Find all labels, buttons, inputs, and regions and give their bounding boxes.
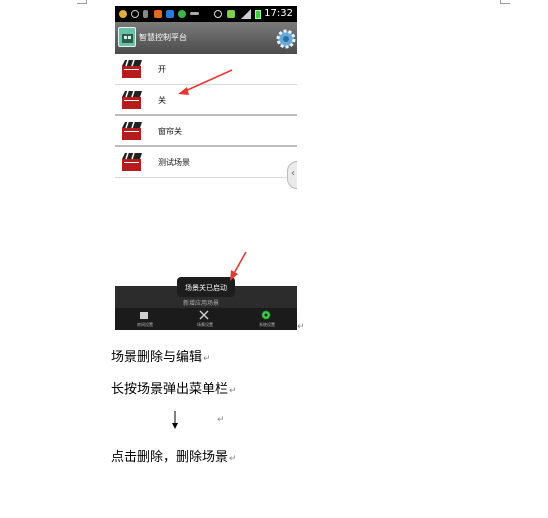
pen-icon: [190, 12, 199, 15]
add-scene-hint[interactable]: 新增应用场景: [183, 298, 219, 307]
clapperboard-icon: [122, 59, 142, 78]
nav-item-rooms[interactable]: 房间设置: [115, 310, 175, 330]
gear-icon: [261, 310, 271, 320]
paragraph-text: 场景删除与编辑: [111, 350, 203, 365]
scene-item-test[interactable]: 测试场景: [115, 147, 297, 178]
app-title: 智慧控制平台: [139, 33, 187, 42]
paragraph-mark: ↵: [229, 454, 237, 464]
scene-label: 开: [158, 65, 166, 74]
nav-item-scenes[interactable]: 场景设置: [175, 310, 235, 330]
signal-icon: [241, 9, 251, 19]
scene-label: 窗帘关: [158, 127, 182, 136]
nav-label: 场景设置: [197, 322, 213, 327]
margin-corner-mark-right: [500, 0, 510, 4]
toast-text: 场景关已启动: [185, 284, 227, 292]
chevron-left-icon: ‹: [291, 168, 295, 179]
scene-item-on[interactable]: 开: [115, 54, 297, 85]
usb-icon: [143, 10, 148, 18]
side-drawer-handle[interactable]: ‹: [287, 161, 297, 189]
clapperboard-icon: [122, 121, 142, 140]
scene-label: 关: [158, 96, 166, 105]
scene-item-curtain-off[interactable]: 窗帘关: [115, 116, 297, 147]
scene-label: 测试场景: [158, 158, 190, 167]
weather-icon: [119, 10, 127, 18]
wechat-icon: [178, 10, 186, 18]
paragraph-mark: ↵: [217, 415, 225, 425]
battery-icon: [255, 10, 261, 19]
margin-corner-mark-left: [77, 0, 87, 4]
toast-message: 场景关已启动: [177, 277, 235, 297]
notification-icon: [166, 10, 174, 18]
app-logo-icon: [118, 27, 136, 47]
status-bar: 17:32: [115, 6, 297, 22]
paragraph-mark: ↵: [203, 354, 211, 364]
clapperboard-icon: [122, 152, 142, 171]
nav-label: 系统设置: [259, 322, 275, 327]
nav-item-system[interactable]: 系统设置: [237, 310, 297, 330]
tools-icon: [199, 310, 209, 320]
phone-screenshot: 17:32 智慧控制平台 开 关 窗帘关 测试场景 ‹ 新增应用场景 房间设置 …: [115, 6, 297, 330]
doc-paragraph: 场景删除与编辑↵: [111, 346, 211, 365]
settings-gear-icon[interactable]: [275, 28, 297, 50]
qq-icon: [131, 10, 139, 18]
paragraph-text: 长按场景弹出菜单栏: [111, 382, 229, 397]
paragraph-text: 点击删除，删除场景: [111, 450, 229, 465]
clapperboard-icon: [122, 90, 142, 109]
scene-list: 开 关 窗帘关 测试场景: [115, 54, 297, 178]
status-time: 17:32: [264, 8, 293, 19]
room-icon: [140, 312, 148, 319]
paragraph-mark: ↵: [297, 322, 305, 332]
doc-paragraph: 长按场景弹出菜单栏↵: [111, 378, 237, 397]
alarm-icon: [214, 10, 222, 18]
nav-label: 房间设置: [137, 322, 153, 327]
scene-item-off[interactable]: 关: [115, 85, 297, 116]
wifi-icon: [227, 10, 235, 18]
app-header: 智慧控制平台: [115, 22, 297, 54]
doc-paragraph: 点击删除，删除场景↵: [111, 446, 237, 465]
paragraph-mark: ↵: [229, 386, 237, 396]
store-icon: [154, 10, 162, 18]
down-arrow-icon: [172, 411, 178, 429]
